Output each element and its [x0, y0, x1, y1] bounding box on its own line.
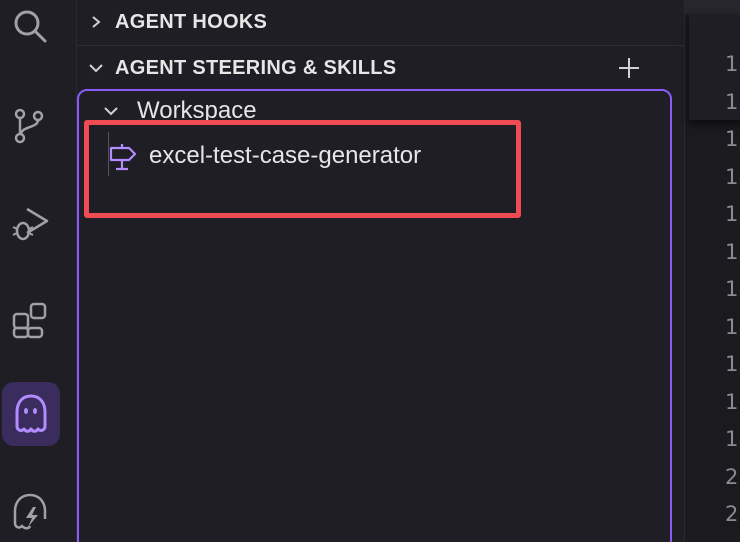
activity-bar	[0, 0, 77, 542]
agent-steering-title: AGENT STEERING & SKILLS	[115, 56, 397, 79]
line-number: 2	[725, 464, 739, 489]
agent-hooks-section-header[interactable]: AGENT HOOKS	[77, 0, 684, 44]
line-number: 1	[725, 352, 739, 376]
line-number: 1	[725, 277, 739, 301]
add-steering-button[interactable]	[614, 46, 644, 90]
line-number: 1	[725, 239, 739, 264]
editor-gutter: 11111111111222	[684, 0, 740, 542]
source-control-icon[interactable]	[0, 94, 60, 158]
search-icon[interactable]	[0, 0, 60, 58]
line-number: 1	[725, 164, 739, 189]
chevron-down-icon	[103, 104, 127, 118]
editor-tab-bar	[685, 0, 740, 14]
run-debug-icon[interactable]	[0, 192, 60, 256]
line-number: 1	[725, 314, 739, 339]
side-panel: AGENT HOOKS AGENT STEERING & SKILLS Work…	[77, 0, 684, 542]
line-number: 1	[725, 127, 739, 151]
ide-window: AGENT HOOKS AGENT STEERING & SKILLS Work…	[0, 0, 740, 542]
line-number: 1	[725, 52, 739, 76]
line-number: 1	[725, 427, 739, 451]
line-number: 2	[725, 502, 739, 526]
chevron-down-icon	[77, 61, 115, 75]
agent-steering-section-header[interactable]: AGENT STEERING & SKILLS	[77, 46, 684, 90]
agent-hooks-title: AGENT HOOKS	[115, 10, 268, 33]
highlight-annotation-box	[84, 120, 521, 218]
kiro-lightning-icon[interactable]	[0, 480, 60, 542]
kiro-ghost-icon[interactable]	[2, 382, 60, 446]
chevron-right-icon	[77, 15, 115, 29]
line-number: 1	[725, 89, 739, 114]
extensions-icon[interactable]	[0, 288, 60, 352]
line-number: 1	[725, 389, 739, 414]
line-number: 1	[725, 202, 739, 226]
